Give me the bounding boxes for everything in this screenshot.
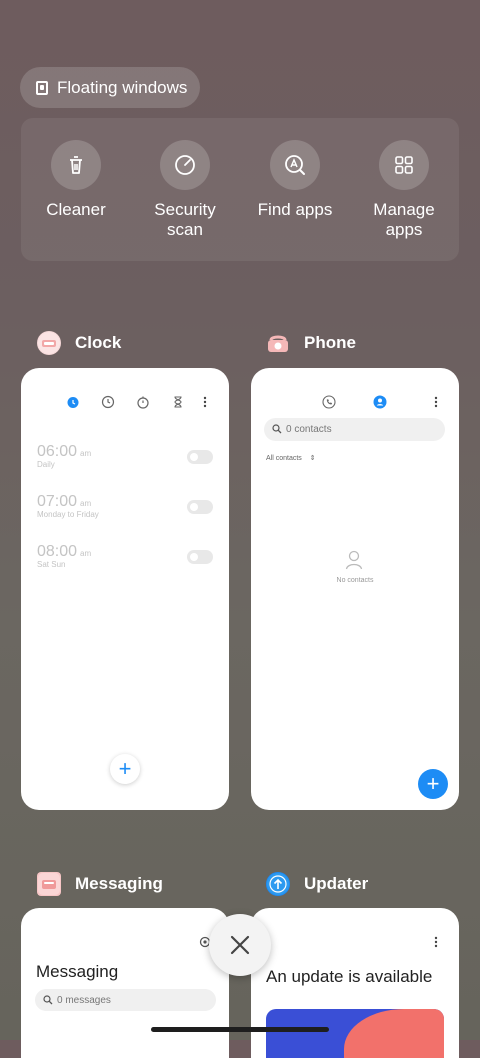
more-options-icon[interactable] xyxy=(201,395,209,409)
phone-app-card[interactable]: 0 contacts All contacts ⇕ No contacts + xyxy=(251,368,459,810)
add-alarm-button[interactable]: + xyxy=(110,754,140,784)
world-clock-icon[interactable] xyxy=(101,395,115,409)
clock-app-header[interactable]: Clock xyxy=(37,331,121,355)
security-scan-tool[interactable]: Security scan xyxy=(130,140,240,240)
alarm-time: 07:00 am xyxy=(37,493,92,510)
alarm-icon[interactable] xyxy=(66,395,80,409)
clear-all-button[interactable] xyxy=(209,914,271,976)
dropdown-icon: ⇕ xyxy=(309,455,316,462)
find-apps-label: Find apps xyxy=(257,200,333,219)
more-options-icon[interactable] xyxy=(432,936,440,948)
more-options-icon[interactable] xyxy=(432,395,440,409)
call-log-icon[interactable] xyxy=(322,395,336,409)
alarm-toggle[interactable] xyxy=(187,450,213,464)
floating-windows-button[interactable]: Floating windows xyxy=(20,67,200,108)
messaging-app-name: Messaging xyxy=(75,874,163,893)
alarm-toggle[interactable] xyxy=(187,550,213,564)
floating-window-icon xyxy=(36,80,48,95)
clock-app-card[interactable]: 06:00 am Daily 07:00 am Monday to Friday 0… xyxy=(21,368,229,810)
close-icon xyxy=(230,935,250,955)
messages-search-placeholder: 0 messages xyxy=(57,995,111,1006)
empty-contacts-text: No contacts xyxy=(336,577,374,584)
search-icon xyxy=(272,424,282,434)
alarm-repeat: Sat Sun xyxy=(37,560,66,569)
grid-icon xyxy=(379,140,429,190)
updater-app-header[interactable]: Updater xyxy=(266,872,368,896)
manage-apps-tool[interactable]: Manage apps xyxy=(349,140,459,240)
clock-app-name: Clock xyxy=(75,333,122,352)
floating-windows-label: Floating windows xyxy=(57,77,188,97)
phone-app-icon xyxy=(266,331,290,355)
messaging-app-header[interactable]: Messaging xyxy=(37,872,163,896)
alarm-toggle[interactable] xyxy=(187,500,213,514)
gauge-icon xyxy=(160,140,210,190)
find-apps-icon xyxy=(270,140,320,190)
clock-app-icon xyxy=(37,331,61,355)
trash-icon xyxy=(51,140,101,190)
stopwatch-icon[interactable] xyxy=(136,395,150,409)
find-apps-tool[interactable]: Find apps xyxy=(240,140,350,220)
cleaner-tool[interactable]: Cleaner xyxy=(21,140,131,220)
phone-app-header[interactable]: Phone xyxy=(266,331,356,355)
contacts-filter-dropdown[interactable]: All contacts ⇕ xyxy=(266,454,316,462)
alarm-repeat: Monday to Friday xyxy=(37,510,99,519)
messaging-app-icon xyxy=(37,872,61,896)
alarm-repeat: Daily xyxy=(37,460,55,469)
updater-app-card[interactable]: An update is available xyxy=(251,908,459,1058)
cleaner-label: Cleaner xyxy=(46,200,106,219)
contacts-filter-label: All contacts xyxy=(266,455,302,462)
messaging-app-card[interactable]: Messaging 0 messages xyxy=(21,908,229,1058)
add-contact-button[interactable]: + xyxy=(418,769,448,799)
messages-search-input[interactable]: 0 messages xyxy=(35,989,216,1011)
home-indicator[interactable] xyxy=(151,1027,329,1032)
contacts-search-input[interactable]: 0 contacts xyxy=(264,418,445,441)
updater-app-name: Updater xyxy=(304,874,369,893)
contacts-search-placeholder: 0 contacts xyxy=(286,424,332,435)
updater-title: An update is available xyxy=(266,967,433,986)
empty-contacts-icon xyxy=(345,550,363,570)
alarm-time: 06:00 am xyxy=(37,443,92,460)
alarm-time: 08:00 am xyxy=(37,543,92,560)
messaging-title: Messaging xyxy=(36,962,119,981)
search-icon xyxy=(43,995,53,1005)
phone-app-name: Phone xyxy=(304,333,356,352)
contacts-icon[interactable] xyxy=(373,395,387,409)
quick-tools-panel: Cleaner Security scan Find apps Manage a… xyxy=(21,118,459,261)
update-banner-image xyxy=(266,1009,444,1058)
manage-apps-label: Manage apps xyxy=(373,200,435,239)
timer-icon[interactable] xyxy=(171,395,185,409)
updater-app-icon xyxy=(266,872,290,896)
security-scan-label: Security scan xyxy=(154,200,216,239)
